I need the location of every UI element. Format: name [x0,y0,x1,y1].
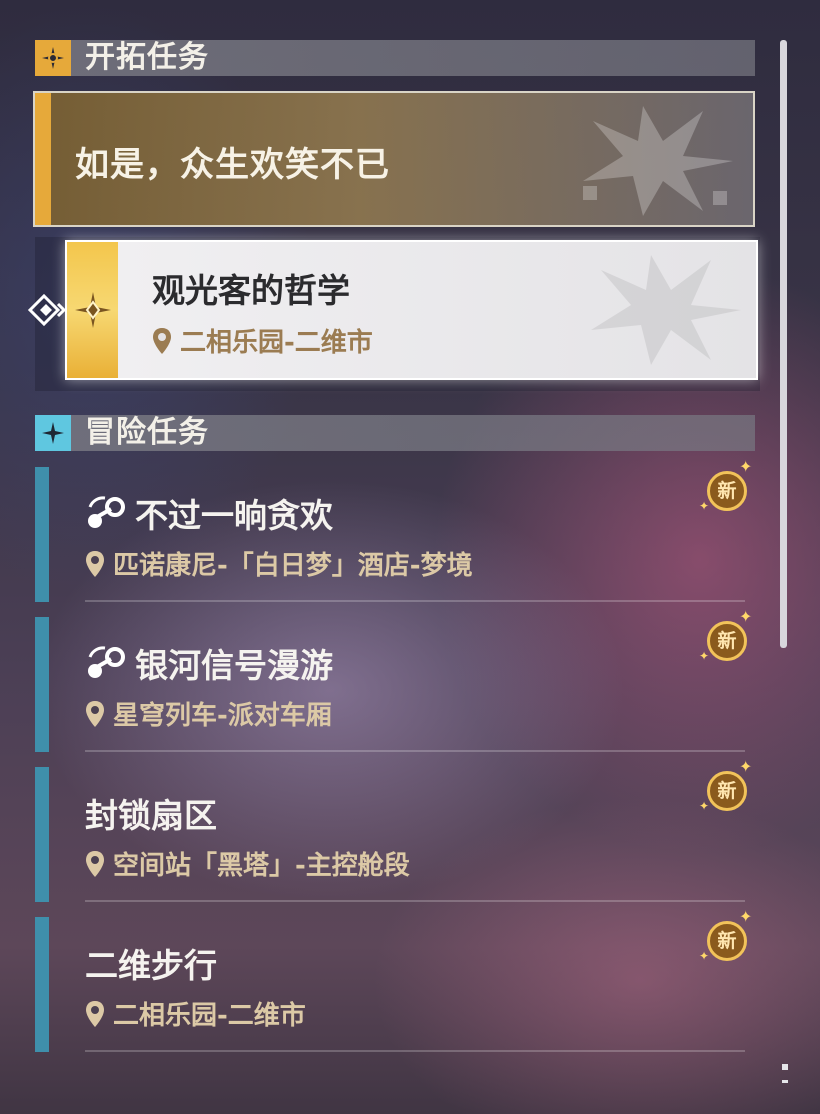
mission-accent-bar [35,917,49,1052]
sub-mission-title: 观光客的哲学 [152,271,350,310]
mission-title: 二维步行 [85,946,217,985]
scroll-indicator [782,1080,788,1083]
scrollbar-thumb[interactable] [780,40,787,648]
divider [85,900,745,902]
mission-accent-bar [35,467,49,602]
sparkle-icon: ✦ [699,499,710,513]
adventure-mission-item[interactable]: 二维步行 二相乐园-二维市 ✦ ✦ 新 [35,907,755,1052]
event-icon [88,496,125,528]
trailblaze-tab-icon [67,242,118,378]
location-pin-icon [153,327,171,354]
mission-emblem-icon [583,106,733,216]
mission-emblem-icon [591,255,741,365]
section-title: 开拓任务 [85,40,209,75]
sparkle-icon: ✦ [739,907,753,926]
mission-location: 空间站「黑塔」-主控舱段 [85,845,410,882]
sparkle-icon: ✦ [699,649,710,663]
sparkle-icon: ✦ [739,457,753,476]
event-icon [88,646,125,678]
location-text: 二相乐园-二维市 [180,328,373,358]
trailblaze-star-icon [35,40,71,76]
adventure-star-icon [35,415,71,451]
mission-accent-bar [35,1044,49,1052]
divider [85,1050,745,1052]
mission-title: 不过一晌贪欢 [85,489,333,537]
main-mission-title: 如是，众生欢笑不已 [75,145,390,185]
trailblaze-section-header: 开拓任务 [35,40,755,76]
sparkle-icon: ✦ [739,757,753,776]
adventure-section-header: 冒险任务 [35,415,755,451]
location-pin-icon [86,1000,104,1027]
main-mission-card[interactable]: 如是，众生欢笑不已 [33,91,755,227]
sparkle-icon: ✦ [699,949,710,963]
sub-mission-card[interactable]: 观光客的哲学 二相乐园-二维市 [65,240,758,380]
adventure-mission-item[interactable]: 封锁扇区 空间站「黑塔」-主控舱段 ✦ ✦ 新 [35,757,755,902]
adventure-mission-item[interactable]: 银河信号漫游 星穹列车-派对车厢 ✦ ✦ 新 [35,607,755,752]
divider [85,750,745,752]
mission-accent-bar [35,617,49,752]
mission-accent-bar [35,767,49,902]
selection-pointer-icon [27,293,66,327]
location-pin-icon [86,700,104,727]
divider [85,600,745,602]
new-badge: ✦ ✦ 新 [699,607,753,663]
location-pin-icon [86,850,104,877]
mission-location: 匹诺康尼-「白日梦」酒店-梦境 [85,545,473,582]
section-title: 冒险任务 [85,415,209,450]
sub-mission-location: 二相乐园-二维市 [152,322,373,359]
location-pin-icon [86,550,104,577]
new-badge: ✦ ✦ 新 [699,457,753,513]
adventure-mission-item[interactable]: 不过一晌贪欢 匹诺康尼-「白日梦」酒店-梦境 ✦ ✦ 新 [35,457,755,602]
mission-title: 封锁扇区 [85,796,217,835]
mission-location: 星穹列车-派对车厢 [85,695,332,732]
new-badge: ✦ ✦ 新 [699,907,753,963]
mission-location: 二相乐园-二维市 [85,995,306,1032]
new-badge: ✦ ✦ 新 [699,757,753,813]
mission-title: 银河信号漫游 [85,639,333,687]
scroll-indicator [782,1064,788,1070]
mission-accent-bar [35,93,51,225]
sparkle-icon: ✦ [699,799,710,813]
sparkle-icon: ✦ [739,607,753,626]
